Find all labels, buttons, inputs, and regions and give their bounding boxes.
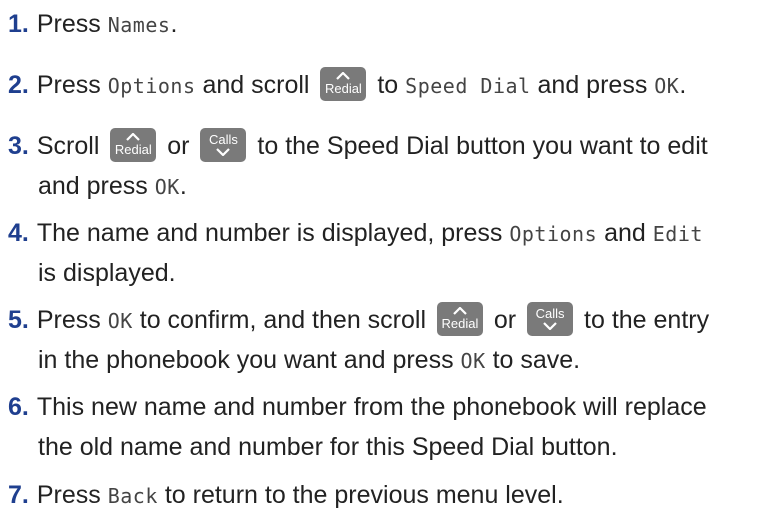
- step-number: 1: [8, 10, 22, 38]
- step-text: to return to the previous menu level.: [157, 481, 564, 509]
- step-text: to: [370, 71, 406, 99]
- redial-key: Redial: [110, 128, 157, 163]
- step-text: and scroll: [195, 71, 317, 99]
- redial-key-label: Redial: [114, 142, 152, 158]
- step-text: or: [160, 132, 197, 160]
- display-text-speed-dial: Speed Dial: [405, 74, 531, 98]
- redial-key-label: Redial: [441, 316, 479, 332]
- step-text: the old name and number for this Speed D…: [38, 433, 618, 461]
- step-text: to save.: [485, 346, 581, 374]
- step-1: 1. Press Names.: [8, 4, 766, 45]
- step-text: in the phonebook you want and press: [38, 346, 461, 374]
- step-number: 3: [8, 132, 22, 160]
- step-3: 3. Scroll Redial or Calls to the Speed Di…: [8, 126, 766, 166]
- step-text: Press: [36, 10, 108, 38]
- step-text: .: [170, 10, 178, 38]
- display-text-options: Options: [509, 222, 598, 246]
- calls-key: Calls: [200, 128, 247, 163]
- step-text: .: [179, 172, 187, 200]
- step-number: 6: [8, 393, 22, 421]
- step-6-continued: the old name and number for this Speed D…: [38, 427, 766, 467]
- step-text: to the entry: [577, 306, 710, 334]
- calls-key: Calls: [527, 302, 574, 337]
- step-text: This new name and number from the phoneb…: [36, 393, 707, 421]
- step-text: or: [486, 306, 524, 334]
- step-text: Scroll: [36, 132, 107, 160]
- step-text: and press: [530, 71, 655, 99]
- step-number-dot: .: [21, 71, 29, 99]
- step-text: .: [679, 71, 687, 99]
- chevron-up-icon: [126, 133, 141, 142]
- step-text: Press: [36, 306, 108, 334]
- step-text: and press: [38, 172, 155, 200]
- calls-key-label: Calls: [209, 132, 238, 148]
- instruction-steps: 1. Press Names. 2. Press Options and scrol…: [0, 0, 776, 524]
- display-text-ok: OK: [460, 349, 486, 373]
- step-number-dot: .: [21, 219, 29, 247]
- step-2: 2. Press Options and scroll Redial to Spe…: [8, 65, 766, 106]
- step-5-continued: in the phonebook you want and press OK t…: [38, 340, 766, 381]
- display-text-names: Names: [107, 13, 171, 37]
- step-number-dot: .: [21, 132, 29, 160]
- step-4-continued: is displayed.: [38, 253, 766, 293]
- step-7: 7. Press Back to return to the previous m…: [8, 475, 766, 516]
- step-text: to confirm, and then scroll: [132, 306, 433, 334]
- step-text: Press: [36, 481, 108, 509]
- calls-key-label: Calls: [535, 306, 565, 322]
- display-text-edit: Edit: [652, 222, 703, 246]
- step-number-dot: .: [21, 306, 29, 334]
- step-6: 6. This new name and number from the phon…: [8, 387, 766, 427]
- step-text: is displayed.: [38, 259, 176, 287]
- chevron-down-icon: [216, 148, 231, 157]
- chevron-down-icon: [543, 322, 557, 331]
- step-text: The name and number is displayed, press: [36, 219, 510, 247]
- step-text: and: [597, 219, 653, 247]
- step-number-dot: .: [21, 481, 29, 509]
- step-number: 4: [8, 219, 22, 247]
- chevron-up-icon: [336, 72, 351, 81]
- step-number: 2: [8, 71, 22, 99]
- step-number: 5: [8, 306, 22, 334]
- step-text: Press: [36, 71, 108, 99]
- redial-key: Redial: [320, 67, 367, 102]
- display-text-ok: OK: [107, 309, 133, 333]
- step-number-dot: .: [21, 393, 29, 421]
- step-number-dot: .: [21, 10, 29, 38]
- display-text-ok: OK: [654, 74, 680, 98]
- redial-key-label: Redial: [324, 81, 362, 97]
- step-text: to the Speed Dial button you want to edi…: [250, 132, 708, 160]
- chevron-up-icon: [453, 307, 467, 316]
- step-4: 4. The name and number is displayed, pres…: [8, 213, 766, 254]
- step-number: 7: [8, 481, 22, 509]
- step-5: 5. Press OK to confirm, and then scroll R…: [8, 300, 766, 341]
- redial-key: Redial: [436, 302, 483, 337]
- display-text-ok: OK: [154, 175, 180, 199]
- step-3-continued: and press OK.: [38, 166, 766, 207]
- display-text-options: Options: [107, 74, 196, 98]
- display-text-back: Back: [107, 484, 158, 508]
